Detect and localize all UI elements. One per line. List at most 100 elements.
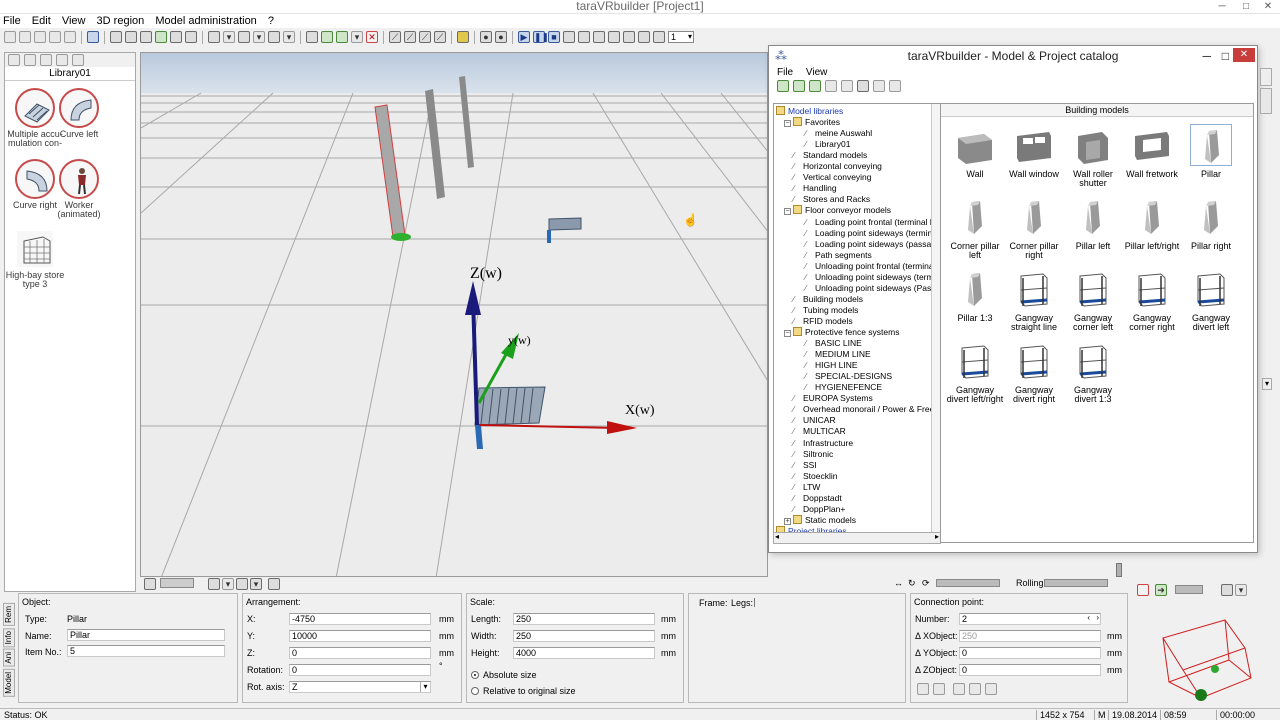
grid-dropdown-icon[interactable]: ▾ — [223, 31, 235, 43]
tree-item[interactable]: ⁄ Vertical conveying — [784, 172, 872, 183]
catalog-menu-file[interactable]: File — [777, 67, 793, 78]
catalog-pin-icon[interactable] — [873, 80, 885, 92]
tree-item[interactable]: Model libraries — [776, 106, 843, 117]
tree-item[interactable]: ⁄ MEDIUM LINE — [796, 349, 871, 360]
model-tile[interactable]: Gangway divert right — [1004, 340, 1064, 404]
library-item[interactable]: Curve left — [49, 88, 109, 139]
menu-3d-region[interactable]: 3D region — [94, 14, 150, 28]
select-dropdown-icon[interactable]: ▾ — [222, 578, 234, 590]
snap-dropdown-icon[interactable]: ▾ — [250, 578, 262, 590]
select-icon[interactable] — [208, 578, 220, 590]
name-input[interactable]: Pillar — [67, 629, 225, 641]
tree-item[interactable]: ⁄ Handling — [784, 183, 837, 194]
catalog-new-2-icon[interactable] — [793, 80, 805, 92]
tree-item[interactable]: ⁄ UNICAR — [784, 415, 836, 426]
item-no-input[interactable]: 5 — [67, 645, 225, 657]
model-tile[interactable]: Wall window — [1004, 124, 1064, 179]
y-input[interactable]: 10000 — [289, 630, 431, 642]
catalog-tree[interactable]: Model libraries − Favorites ⁄ meine Auswahl ⁄… — [773, 103, 941, 543]
move-down-icon[interactable] — [969, 683, 981, 695]
save-icon[interactable] — [34, 31, 46, 43]
z-input[interactable]: 0 — [289, 647, 431, 659]
library-pin-icon[interactable] — [72, 54, 84, 66]
tree-item[interactable]: ⁄ Path segments — [796, 250, 872, 261]
tree-item[interactable]: ⁄ Infrastructure — [784, 438, 853, 449]
paint-icon[interactable] — [336, 31, 348, 43]
tree-item[interactable]: − Protective fence systems — [784, 327, 899, 338]
3d-viewport[interactable]: Z(w) y(w) X(w) ☝ — [140, 52, 768, 577]
tree-item[interactable]: ⁄ Siltronic — [784, 449, 833, 460]
tree-item[interactable]: ⁄ EUROPA Systems — [784, 393, 873, 404]
distribute-icon[interactable] — [985, 683, 997, 695]
tab-ani[interactable]: Ani — [3, 649, 15, 667]
rotation-input[interactable]: 0 — [289, 664, 431, 676]
paint-dropdown-icon[interactable]: ▾ — [351, 31, 363, 43]
tree-item[interactable]: ⁄ Standard models — [784, 150, 867, 161]
expand-icon[interactable]: + — [784, 517, 791, 525]
light-dropdown-icon[interactable]: ▾ — [283, 31, 295, 43]
tree-item[interactable]: ⁄ Overhead monorail / Power & Free — [784, 404, 934, 415]
preview-camera-icon[interactable] — [1221, 584, 1233, 596]
tree-vertical-scrollbar[interactable] — [931, 104, 940, 542]
copy-icon[interactable] — [49, 31, 61, 43]
minimize-icon[interactable]: ─ — [1212, 0, 1232, 13]
walk-icon[interactable] — [140, 31, 152, 43]
disconnect-tool-icon[interactable] — [933, 683, 945, 695]
chevron-left-icon[interactable]: ◂ — [775, 532, 779, 541]
chevron-right-icon[interactable]: › — [1096, 613, 1099, 623]
tree-item[interactable]: ⁄ Loading point frontal (terminal line) — [796, 217, 940, 228]
menu-edit[interactable]: Edit — [29, 14, 56, 28]
model-tile[interactable]: Pillar right — [1181, 196, 1241, 251]
catalog-new-icon[interactable] — [777, 80, 789, 92]
model-tile[interactable]: Wall fretwork — [1122, 124, 1182, 179]
rotate-view-icon[interactable] — [125, 31, 137, 43]
snap-icon[interactable] — [236, 578, 248, 590]
catalog-menu-view[interactable]: View — [806, 67, 828, 78]
place-model-icon[interactable] — [155, 31, 167, 43]
rolling-slider[interactable] — [1044, 579, 1108, 587]
camera-icon[interactable] — [238, 31, 250, 43]
tree-item[interactable]: ⁄ Stoecklin — [784, 471, 838, 482]
window-scroll-thumb[interactable] — [1260, 88, 1272, 114]
timer-icon[interactable] — [593, 31, 605, 43]
tree-item[interactable]: + Static models — [784, 514, 856, 526]
camera-slider[interactable] — [936, 579, 1000, 587]
library-view-2-icon[interactable] — [56, 54, 68, 66]
play-icon[interactable]: ▶ — [518, 31, 530, 43]
library-view-icon[interactable] — [40, 54, 52, 66]
length-input[interactable]: 250 — [513, 613, 655, 625]
chevron-down-icon[interactable]: ▾ — [1262, 378, 1272, 390]
splitter-handle[interactable] — [1116, 563, 1122, 577]
layer-icon[interactable] — [321, 31, 333, 43]
tree-item[interactable]: ⁄ Unloading point sideways (Passag — [796, 283, 940, 294]
close-button[interactable]: ✕ — [1233, 48, 1255, 62]
pan-icon[interactable]: ↔ — [894, 578, 903, 588]
number-stepper[interactable]: 2 ‹ › — [959, 613, 1101, 625]
library-back-icon[interactable] — [8, 54, 20, 66]
measure-icon[interactable] — [170, 31, 182, 43]
preview-slider[interactable] — [1175, 585, 1203, 594]
tree-item[interactable]: − Floor conveyor models — [784, 205, 891, 216]
mark-icon[interactable] — [653, 31, 665, 43]
person-icon[interactable] — [144, 578, 156, 590]
close-icon[interactable]: ✕ — [1258, 0, 1278, 13]
relative-size-radio[interactable]: Relative to original size — [471, 686, 576, 696]
menu-file[interactable]: File — [0, 14, 26, 28]
chevron-left-icon[interactable]: ‹ — [1087, 613, 1090, 623]
library-forward-icon[interactable] — [24, 54, 36, 66]
connect-tool-icon[interactable] — [917, 683, 929, 695]
tab-info[interactable]: Info — [3, 627, 15, 648]
tree-item[interactable]: ⁄ Building models — [784, 294, 863, 305]
collapse-icon[interactable]: − — [784, 120, 791, 128]
maximize-icon[interactable]: □ — [1236, 0, 1256, 13]
pause-icon[interactable]: ❚❚ — [533, 31, 549, 43]
delta-z-input[interactable]: 0 — [959, 664, 1101, 676]
counter-icon[interactable] — [623, 31, 635, 43]
preview-arrow-icon[interactable]: ➜ — [1155, 584, 1167, 596]
maximize-icon[interactable]: □ — [1222, 46, 1229, 66]
tree-item[interactable]: ⁄ Unloading point sideways (terminal — [796, 272, 940, 283]
model-tile[interactable]: Gangway corner left — [1063, 268, 1123, 332]
record-icon[interactable]: ● — [480, 31, 492, 43]
new-file-icon[interactable] — [4, 31, 16, 43]
collapse-icon[interactable]: − — [784, 208, 791, 216]
